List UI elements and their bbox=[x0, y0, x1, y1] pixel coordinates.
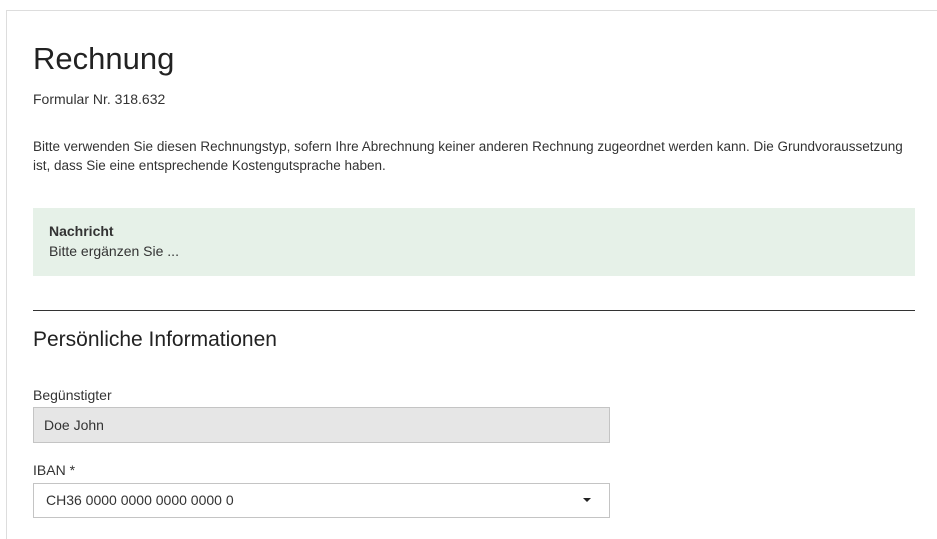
beneficiary-field: Doe John bbox=[33, 407, 610, 443]
message-text: Bitte ergänzen Sie ... bbox=[49, 243, 179, 259]
page-title: Rechnung bbox=[33, 41, 175, 76]
iban-select[interactable]: CH36 0000 0000 0000 0000 0 bbox=[33, 483, 610, 518]
message-title: Nachricht bbox=[49, 223, 114, 239]
iban-selected-value: CH36 0000 0000 0000 0000 0 bbox=[46, 492, 234, 508]
section-divider bbox=[33, 310, 915, 311]
caret-down-icon bbox=[583, 498, 591, 502]
form-description: Bitte verwenden Sie diesen Rechnungstyp,… bbox=[33, 139, 903, 173]
section-title-personal-info: Persönliche Informationen bbox=[33, 328, 277, 351]
form-number: Formular Nr. 318.632 bbox=[33, 91, 166, 107]
beneficiary-label: Begünstigter bbox=[33, 387, 112, 403]
iban-label: IBAN * bbox=[33, 462, 76, 478]
message-box: Nachricht Bitte ergänzen Sie ... bbox=[33, 208, 915, 276]
